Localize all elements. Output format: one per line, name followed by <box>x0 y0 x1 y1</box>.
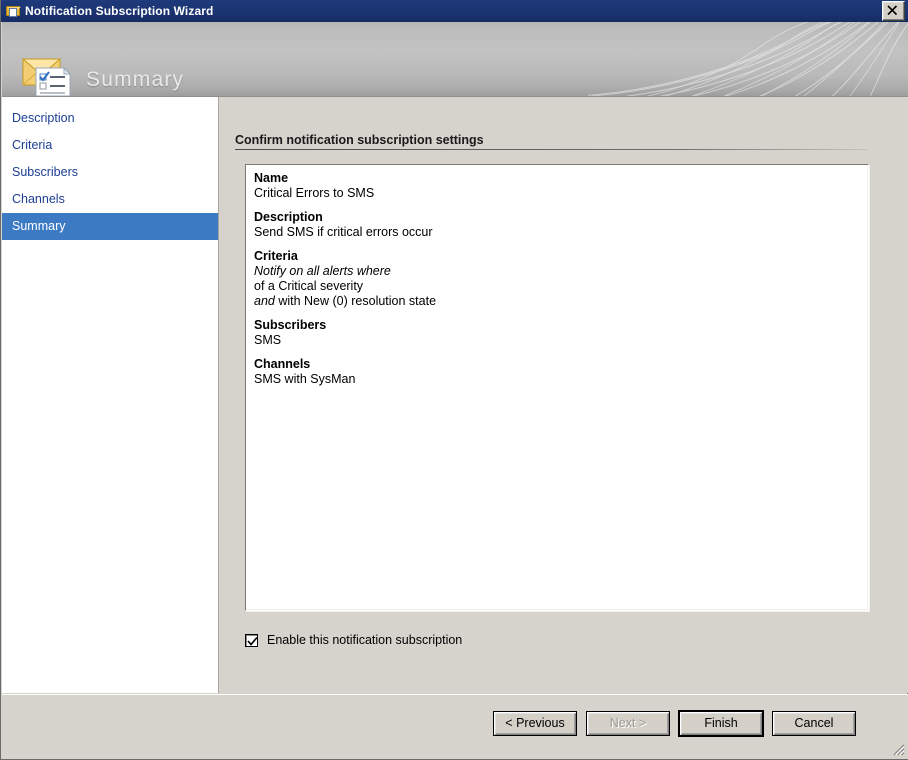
summary-line: Notify on all alerts where <box>254 264 860 279</box>
wizard-step-nav: Description Criteria Subscribers Channel… <box>2 97 219 693</box>
summary-heading: Subscribers <box>254 318 327 332</box>
summary-line: SMS with SysMan <box>254 372 356 386</box>
wizard-banner: Summary <box>2 22 908 96</box>
sidebar-item-channels[interactable]: Channels <box>2 186 218 213</box>
sidebar-item-criteria[interactable]: Criteria <box>2 132 218 159</box>
page-title-rule <box>235 149 868 150</box>
sidebar-item-description[interactable]: Description <box>2 105 218 132</box>
summary-group-channels: Channels SMS with SysMan <box>254 357 860 387</box>
next-button: Next > <box>586 711 670 736</box>
envelope-checklist-icon <box>21 58 72 96</box>
summary-group-subscribers: Subscribers SMS <box>254 318 860 348</box>
summary-line-italic: and <box>254 294 275 308</box>
banner-title: Summary <box>86 68 185 91</box>
enable-subscription-label: Enable this notification subscription <box>267 633 463 647</box>
footer-divider <box>2 694 908 695</box>
previous-button[interactable]: < Previous <box>493 711 577 736</box>
sidebar-item-subscribers[interactable]: Subscribers <box>2 159 218 186</box>
checkmark-icon <box>247 636 258 646</box>
summary-line: of a Critical severity <box>254 279 364 293</box>
summary-line: Critical Errors to SMS <box>254 186 375 200</box>
summary-heading: Criteria <box>254 249 298 263</box>
summary-group-criteria: Criteria Notify on all alerts where of a… <box>254 249 860 309</box>
title-bar: Notification Subscription Wizard <box>1 0 908 22</box>
finish-button[interactable]: Finish <box>679 711 763 736</box>
wizard-footer: < Previous Next > Finish Cancel <box>2 694 908 759</box>
envelope-document-icon <box>5 3 21 19</box>
close-icon <box>887 5 898 16</box>
summary-group-description: Description Send SMS if critical errors … <box>254 210 860 240</box>
wizard-window: Notification Subscription Wizard Summary… <box>0 0 908 760</box>
enable-subscription-checkbox[interactable] <box>245 633 258 647</box>
summary-line: SMS <box>254 333 282 347</box>
sidebar-item-summary[interactable]: Summary <box>2 213 218 240</box>
summary-heading: Description <box>254 210 323 224</box>
summary-heading: Name <box>254 171 289 185</box>
resize-grip-icon[interactable] <box>891 742 905 756</box>
summary-line-rest: with New (0) resolution state <box>274 294 437 308</box>
close-button[interactable] <box>882 1 905 21</box>
summary-line: Send SMS if critical errors occur <box>254 225 433 239</box>
page-title: Confirm notification subscription settin… <box>235 133 484 147</box>
summary-textbox[interactable]: Name Critical Errors to SMS Description … <box>245 164 869 611</box>
content-panel: Confirm notification subscription settin… <box>220 97 908 693</box>
enable-subscription-row[interactable]: Enable this notification subscription <box>245 633 462 647</box>
summary-heading: Channels <box>254 357 311 371</box>
wizard-button-row: < Previous Next > Finish Cancel <box>493 711 856 736</box>
summary-line-italic: Notify on all alerts where <box>254 264 391 278</box>
window-title: Notification Subscription Wizard <box>25 4 214 18</box>
summary-group-name: Name Critical Errors to SMS <box>254 171 860 201</box>
mesh-watermark-icon <box>588 22 908 96</box>
cancel-button[interactable]: Cancel <box>772 711 856 736</box>
summary-line: and with New (0) resolution state <box>254 294 860 309</box>
